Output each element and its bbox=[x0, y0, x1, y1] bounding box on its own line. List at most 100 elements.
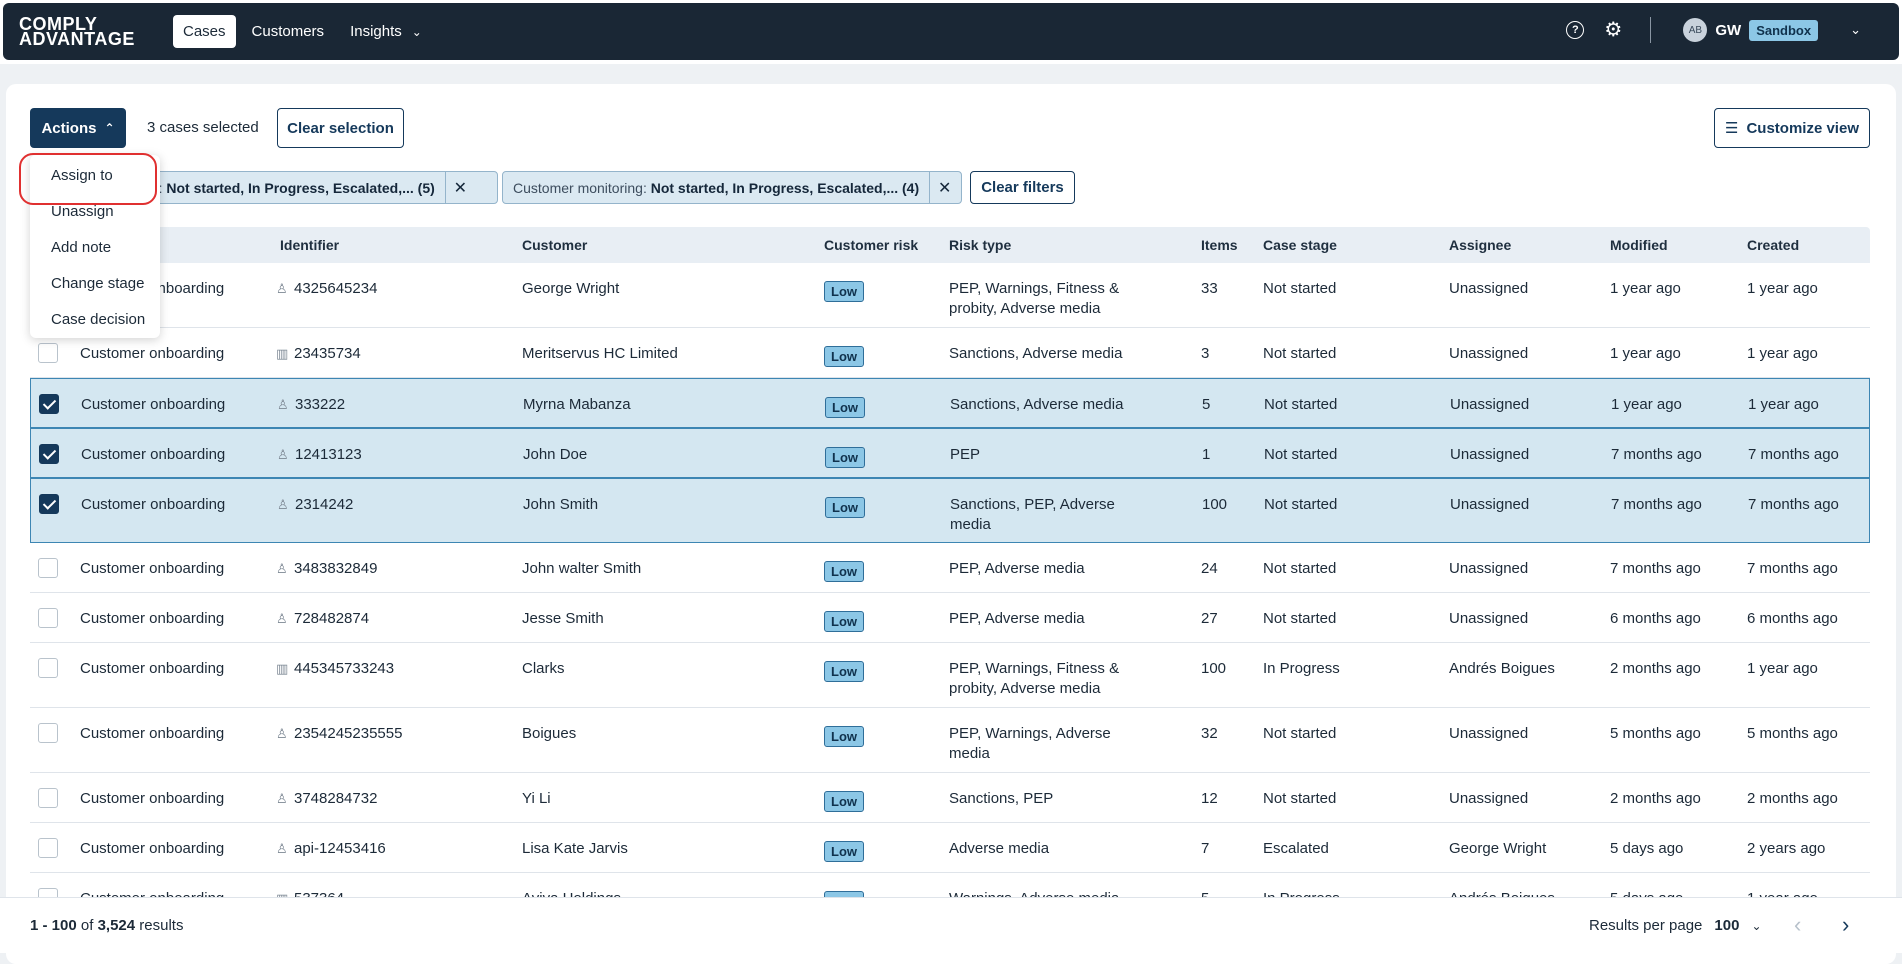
nav-cases[interactable]: Cases bbox=[173, 15, 236, 48]
row-checkbox[interactable] bbox=[38, 558, 58, 578]
cell-items: 100 bbox=[1202, 496, 1228, 513]
cell-created: 7 months ago bbox=[1747, 560, 1838, 577]
col-created[interactable]: Created bbox=[1747, 237, 1799, 253]
row-checkbox[interactable] bbox=[39, 494, 59, 514]
cell-case-type: Customer onboarding bbox=[80, 840, 225, 857]
chevron-down-icon[interactable]: ⌄ bbox=[1751, 919, 1761, 933]
clear-selection-button[interactable]: Clear selection bbox=[277, 108, 404, 148]
risk-type-line: PEP, Warnings, Fitness & bbox=[949, 660, 1120, 677]
logo-line-2: ADVANTAGE bbox=[19, 29, 135, 49]
remove-filter-icon[interactable]: ✕ bbox=[444, 172, 475, 203]
nav-customers[interactable]: Customers bbox=[242, 15, 335, 48]
cases-card: Actions ⌃ 3 cases selected Clear selecti… bbox=[6, 84, 1896, 964]
table-row[interactable]: Customer onboarding ♙ 2354245235555 Boigues… bbox=[30, 708, 1870, 773]
actions-button[interactable]: Actions ⌃ bbox=[30, 108, 126, 148]
cell-customer[interactable]: Myrna Mabanza bbox=[523, 395, 631, 415]
cell-case-type: Customer onboarding bbox=[80, 345, 225, 362]
col-assignee[interactable]: Assignee bbox=[1449, 237, 1511, 253]
identifier-text: 3748284732 bbox=[294, 790, 378, 807]
cell-modified: 5 months ago bbox=[1610, 725, 1701, 742]
table-row[interactable]: Customer onboarding ▥ 23435734 Meritservus … bbox=[30, 328, 1870, 378]
top-nav-bar: COMPLY ADVANTAGE Cases Customers Insight… bbox=[0, 0, 1902, 64]
col-customer-risk[interactable]: Customer risk bbox=[824, 237, 918, 253]
cell-customer[interactable]: Boigues bbox=[522, 724, 576, 744]
table-row[interactable]: Customer onboarding♙4325645234George Wri… bbox=[30, 263, 1870, 328]
table-row[interactable]: Customer onboarding ♙ 3483832849 John walte… bbox=[30, 543, 1870, 593]
table-row[interactable]: Customer onboarding ♙ 2314242 John Smith Low… bbox=[30, 478, 1870, 543]
menu-item-case-decision[interactable]: Case decision bbox=[51, 311, 145, 328]
user-initials[interactable]: GW bbox=[1715, 22, 1741, 39]
cell-customer[interactable]: Yi Li bbox=[522, 789, 551, 809]
nav-right-group: ? ⚙ AB GW Sandbox ⌄ bbox=[1566, 17, 1861, 43]
cell-case-stage: Escalated bbox=[1263, 840, 1329, 857]
help-icon[interactable]: ? bbox=[1566, 21, 1585, 39]
col-identifier[interactable]: Identifier bbox=[280, 237, 339, 253]
cell-customer[interactable]: John Smith bbox=[523, 495, 598, 515]
risk-type-line: PEP bbox=[950, 446, 981, 463]
account-chevron-down-icon[interactable]: ⌄ bbox=[1850, 22, 1861, 38]
remove-filter-icon[interactable]: ✕ bbox=[929, 172, 959, 203]
cell-customer[interactable]: Jesse Smith bbox=[522, 609, 604, 629]
menu-item-add-note[interactable]: Add note bbox=[51, 239, 111, 256]
col-case-stage[interactable]: Case stage bbox=[1263, 237, 1337, 253]
cell-risk-type: Sanctions, Adverse media bbox=[949, 344, 1122, 364]
row-checkbox[interactable] bbox=[38, 723, 58, 743]
risk-type-line: PEP, Warnings, Adverse bbox=[949, 725, 1111, 742]
cell-risk-type: Sanctions, PEP, Adverse media bbox=[950, 495, 1115, 535]
row-checkbox[interactable] bbox=[39, 394, 59, 414]
identifier-text: 445345733243 bbox=[294, 660, 395, 677]
cell-risk-type: PEP, Adverse media bbox=[949, 609, 1085, 629]
menu-item-unassign[interactable]: Unassign bbox=[51, 203, 114, 220]
customize-view-button[interactable]: ☰ Customize view bbox=[1714, 108, 1870, 148]
table-row[interactable]: Customer onboarding ♙ 333222 Myrna Mabanza L… bbox=[30, 378, 1870, 428]
cell-items: 12 bbox=[1201, 790, 1218, 807]
filter-chip-case-stage[interactable]: ng: Not started, In Progress, Escalated,… bbox=[132, 171, 498, 204]
row-checkbox[interactable] bbox=[39, 444, 59, 464]
row-checkbox[interactable] bbox=[38, 658, 58, 678]
rpp-value[interactable]: 100 bbox=[1714, 917, 1739, 934]
row-checkbox[interactable] bbox=[38, 838, 58, 858]
cell-customer[interactable]: Lisa Kate Jarvis bbox=[522, 839, 628, 859]
clear-filters-button[interactable]: Clear filters bbox=[970, 171, 1075, 204]
risk-type-line: media bbox=[950, 516, 991, 533]
col-customer[interactable]: Customer bbox=[522, 237, 587, 253]
table-row[interactable]: Customer onboarding ▥ 445345733243 Clarks Lo… bbox=[30, 643, 1870, 708]
person-icon: ♙ bbox=[276, 611, 288, 626]
col-modified[interactable]: Modified bbox=[1610, 237, 1668, 253]
risk-badge: Low bbox=[824, 611, 864, 632]
cell-customer[interactable]: John Doe bbox=[523, 445, 587, 465]
cell-assignee: Unassigned bbox=[1449, 345, 1529, 362]
cell-case-stage: Not started bbox=[1263, 610, 1337, 627]
results-per-page[interactable]: Results per page 100 ⌄ bbox=[1589, 917, 1762, 934]
gear-icon[interactable]: ⚙ bbox=[1604, 20, 1622, 40]
person-icon: ♙ bbox=[276, 841, 288, 856]
cell-customer[interactable]: John walter Smith bbox=[522, 559, 641, 579]
cell-customer[interactable]: Clarks bbox=[522, 659, 565, 679]
row-checkbox[interactable] bbox=[38, 608, 58, 628]
table-row[interactable]: Customer onboarding ♙ 728482874 Jesse Smith… bbox=[30, 593, 1870, 643]
cell-modified: 1 year ago bbox=[1611, 396, 1682, 413]
cell-items: 1 bbox=[1202, 446, 1211, 463]
avatar[interactable]: AB bbox=[1683, 18, 1708, 42]
menu-item-change-stage[interactable]: Change stage bbox=[51, 275, 144, 292]
cell-assignee: Andrés Boigues bbox=[1449, 660, 1555, 677]
next-page-icon[interactable]: › bbox=[1842, 912, 1849, 938]
row-checkbox[interactable] bbox=[38, 343, 58, 363]
logo[interactable]: COMPLY ADVANTAGE bbox=[19, 15, 135, 49]
table-row[interactable]: Customer onboarding ♙ 3748284732 Yi Li Low Sa… bbox=[30, 773, 1870, 823]
row-checkbox[interactable] bbox=[38, 788, 58, 808]
highlight-annotation bbox=[19, 153, 157, 205]
results-suffix: results bbox=[135, 917, 184, 934]
nav-insights[interactable]: Insights ⌄ bbox=[340, 15, 432, 48]
col-items[interactable]: Items bbox=[1201, 237, 1238, 253]
cell-assignee: Unassigned bbox=[1450, 396, 1530, 413]
table-row[interactable]: Customer onboarding ♙ api-12453416 Lisa Kat… bbox=[30, 823, 1870, 873]
filter-chip-customer-monitoring[interactable]: Customer monitoring: Not started, In Pro… bbox=[502, 171, 962, 204]
prev-page-icon[interactable]: ‹ bbox=[1794, 912, 1801, 938]
cell-customer[interactable]: George Wright bbox=[522, 279, 619, 299]
cell-customer[interactable]: Meritservus HC Limited bbox=[522, 344, 678, 364]
filter-chip-value: Not started, In Progress, Escalated,... … bbox=[166, 179, 435, 196]
col-risk-type[interactable]: Risk type bbox=[949, 237, 1011, 253]
cell-modified: 1 year ago bbox=[1610, 280, 1681, 297]
table-row[interactable]: Customer onboarding ♙ 12413123 John Doe Low P… bbox=[30, 428, 1870, 478]
